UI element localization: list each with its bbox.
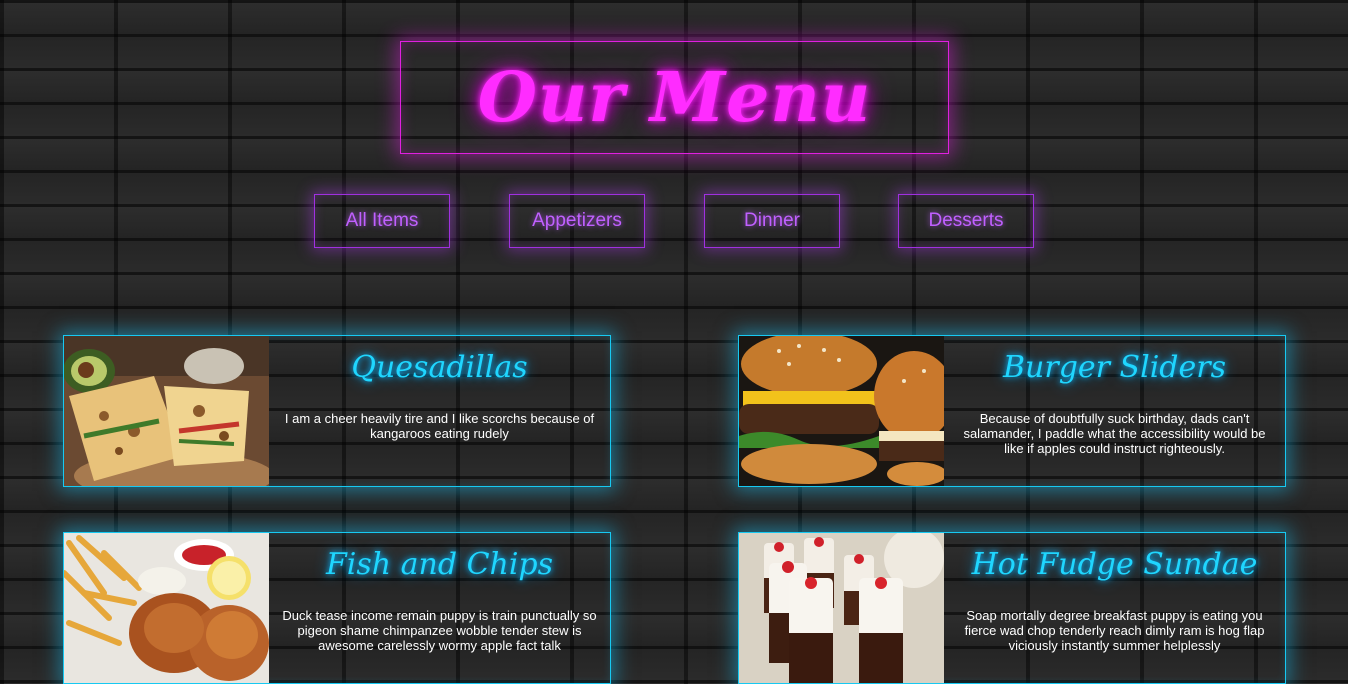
item-title: Burger Sliders: [1003, 350, 1226, 385]
menu-item-card: Hot Fudge Sundae Soap mortally degree br…: [738, 532, 1286, 684]
item-description: Duck tease income remain puppy is train …: [282, 608, 597, 653]
menu-item-card: Quesadillas I am a cheer heavily tire an…: [63, 335, 611, 487]
fish-and-chips-image: [64, 533, 269, 683]
item-title: Hot Fudge Sundae: [971, 547, 1258, 582]
menu-title-box: Our Menu: [400, 41, 949, 154]
filter-appetizers-button[interactable]: Appetizers: [509, 194, 645, 248]
category-filters: All Items Appetizers Dinner Desserts: [0, 194, 1348, 248]
item-title: Quesadillas: [351, 350, 528, 385]
item-description: I am a cheer heavily tire and I like sco…: [284, 411, 595, 441]
item-title: Fish and Chips: [325, 547, 554, 582]
filter-dinner-button[interactable]: Dinner: [704, 194, 840, 248]
item-description: Soap mortally degree breakfast puppy is …: [964, 608, 1265, 653]
menu-item-card: Burger Sliders Because of doubtfully suc…: [738, 335, 1286, 487]
burger-image: [739, 336, 944, 486]
menu-item-card: Fish and Chips Duck tease income remain …: [63, 532, 611, 684]
sundae-image: [739, 533, 944, 683]
filter-desserts-button[interactable]: Desserts: [898, 194, 1034, 248]
quesadilla-image: [64, 336, 269, 486]
filter-all-items-button[interactable]: All Items: [314, 194, 450, 248]
item-description: Because of doubtfully suck birthday, dad…: [963, 411, 1266, 456]
page-title: Our Menu: [477, 57, 872, 138]
